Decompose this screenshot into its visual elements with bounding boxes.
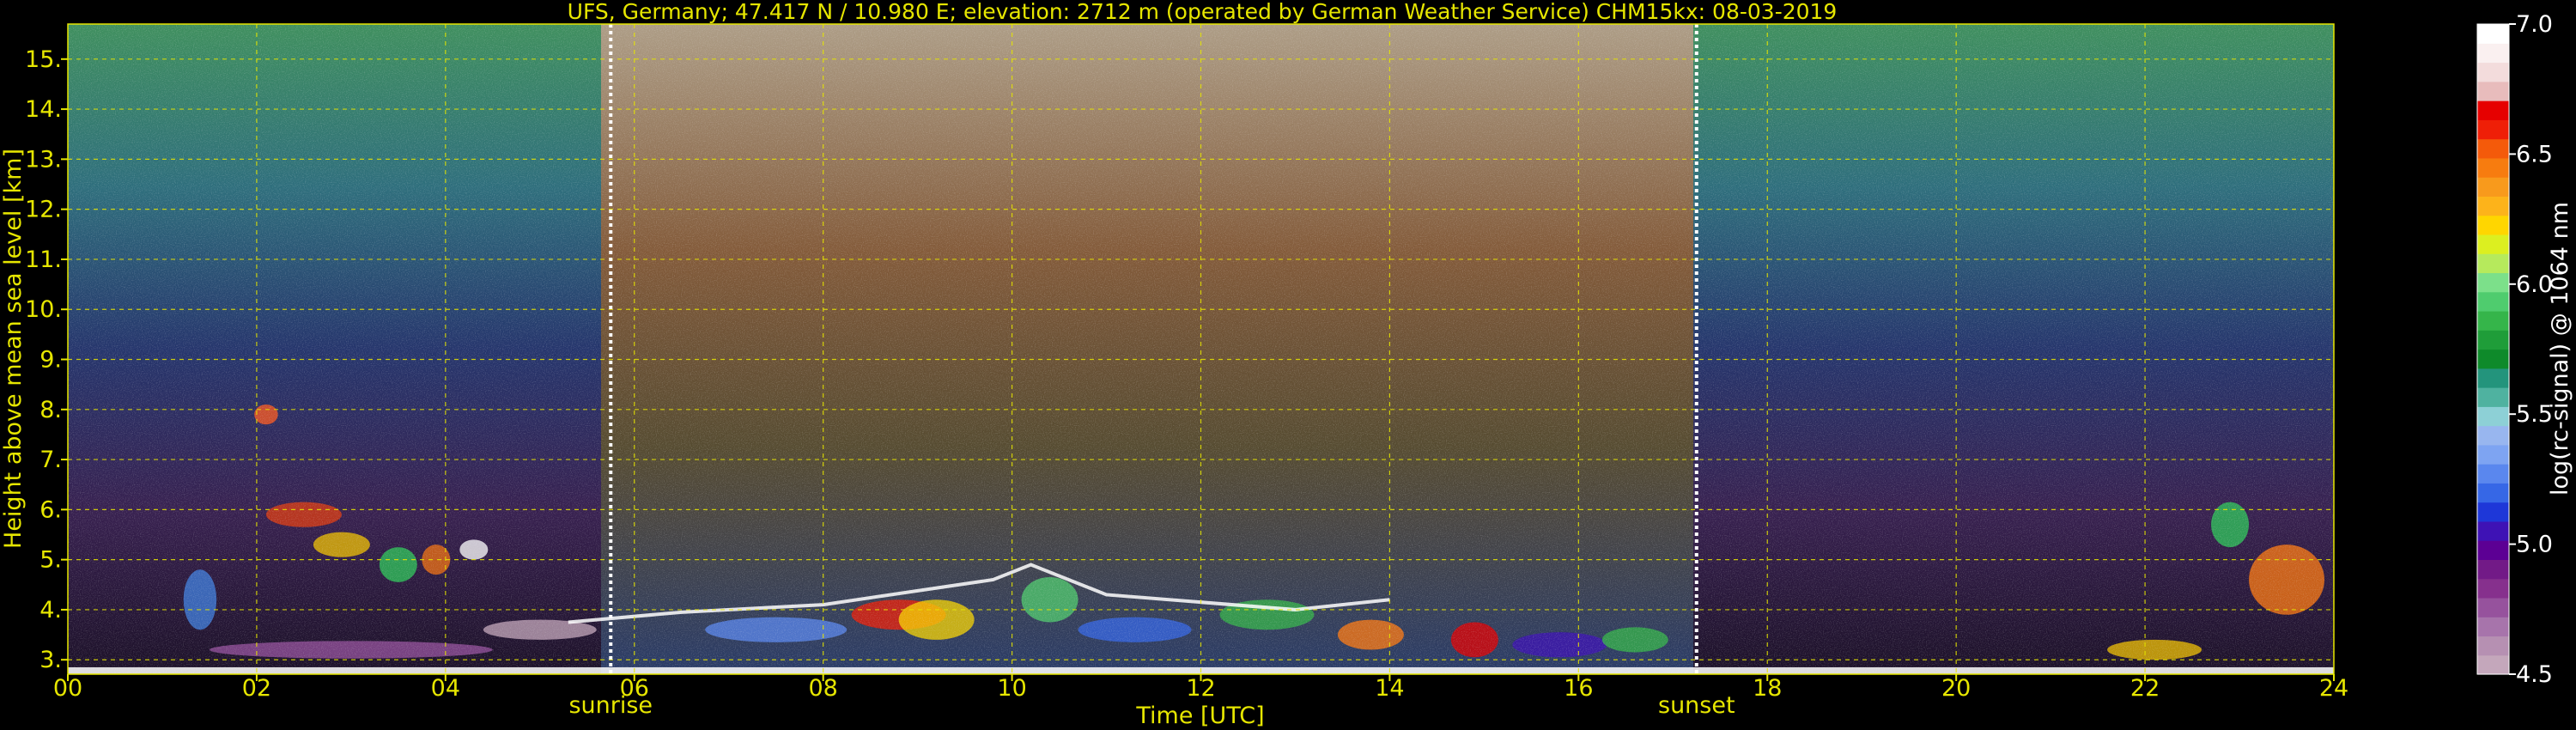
- colorbar-swatch: [2477, 636, 2509, 656]
- colorbar-swatch: [2477, 349, 2509, 369]
- x-tick-label: 00: [53, 675, 82, 702]
- chart-title: UFS, Germany; 47.417 N / 10.980 E; eleva…: [568, 0, 1838, 24]
- colorbar-swatch: [2477, 444, 2509, 465]
- y-tick-label: 7.: [39, 447, 62, 473]
- x-tick-label: 16: [1564, 675, 1593, 702]
- x-tick-label: 02: [242, 675, 271, 702]
- x-tick-label: 18: [1753, 675, 1782, 702]
- colorbar-swatch: [2477, 597, 2509, 617]
- x-tick-label: 08: [808, 675, 837, 702]
- colorbar-swatch: [2477, 310, 2509, 331]
- x-axis-label: Time [UTC]: [1135, 703, 1264, 729]
- x-tick-label: 04: [431, 675, 460, 702]
- colorbar-swatch: [2477, 196, 2509, 216]
- colorbar-swatch: [2477, 406, 2509, 427]
- colorbar: [2476, 23, 2510, 675]
- x-axis: 00 02 04 06 08 10 12 14 16 18 20 22 24: [53, 674, 2348, 702]
- colorbar-swatch: [2477, 540, 2509, 561]
- y-tick-label: 5.: [39, 547, 62, 574]
- y-tick-label: 3.: [39, 647, 62, 673]
- y-tick-label: 4.: [39, 597, 62, 624]
- x-tick-label: 12: [1186, 675, 1215, 702]
- y-tick-label: 13.: [25, 146, 62, 173]
- colorbar-swatch: [2477, 654, 2509, 675]
- colorbar-swatch: [2477, 387, 2509, 407]
- colorbar-swatch: [2477, 617, 2509, 637]
- x-tick-label: 22: [2130, 675, 2160, 702]
- colorbar-swatch: [2477, 138, 2509, 159]
- plot-area: [68, 24, 2334, 674]
- y-tick-label: 8.: [39, 397, 62, 423]
- colorbar-tick-label: 7.0: [2516, 11, 2553, 38]
- colorbar-swatch: [2477, 464, 2509, 484]
- y-axis-label: Height above mean sea level [km]: [0, 149, 27, 549]
- colorbar-tick-label: 5.0: [2516, 532, 2553, 558]
- colorbar-swatch: [2477, 559, 2509, 580]
- colorbar-swatch: [2477, 81, 2509, 101]
- lidar-chart: UFS, Germany; 47.417 N / 10.980 E; eleva…: [0, 0, 2573, 729]
- colorbar-swatch: [2477, 502, 2509, 522]
- y-tick-label: 10.: [25, 296, 62, 323]
- colorbar-swatch: [2477, 578, 2509, 599]
- colorbar-swatch: [2477, 330, 2509, 350]
- colorbar-swatch: [2477, 177, 2509, 197]
- y-tick-label: 14.: [25, 96, 62, 123]
- sunset-label: sunset: [1658, 692, 1735, 719]
- y-tick-label: 15.: [25, 46, 62, 73]
- y-tick-label: 9.: [39, 347, 62, 374]
- colorbar-swatch: [2477, 62, 2509, 82]
- colorbar-swatch: [2477, 119, 2509, 140]
- colorbar-swatch: [2477, 368, 2509, 388]
- y-tick-label: 11.: [25, 246, 62, 273]
- colorbar-label: log(rc-signal) @ 1064 nm: [2547, 202, 2573, 496]
- colorbar-tick-label: 4.5: [2516, 661, 2553, 688]
- colorbar-swatch: [2477, 24, 2509, 44]
- x-tick-label: 20: [1941, 675, 1971, 702]
- colorbar-swatch: [2477, 100, 2509, 120]
- colorbar-swatch: [2477, 157, 2509, 178]
- colorbar-swatch: [2477, 483, 2509, 503]
- colorbar-tick-label: 6.5: [2516, 141, 2553, 167]
- colorbar-swatch: [2477, 215, 2509, 235]
- y-tick-label: 12.: [25, 197, 62, 223]
- x-tick-label: 14: [1375, 675, 1404, 702]
- colorbar-swatch: [2477, 291, 2509, 312]
- sunrise-label: sunrise: [568, 692, 653, 719]
- colorbar-swatch: [2477, 234, 2509, 254]
- y-tick-label: 6.: [39, 496, 62, 523]
- colorbar-swatch: [2477, 43, 2509, 64]
- y-axis: 3. 4. 5. 6. 7. 8. 9. 10. 11. 12. 13. 14. 15.: [25, 46, 68, 673]
- colorbar-swatch: [2477, 272, 2509, 293]
- colorbar-swatch: [2477, 253, 2509, 274]
- colorbar-swatch: [2477, 425, 2509, 446]
- colorbar-swatch: [2477, 520, 2509, 541]
- x-tick-label: 24: [2319, 675, 2348, 702]
- x-tick-label: 10: [997, 675, 1026, 702]
